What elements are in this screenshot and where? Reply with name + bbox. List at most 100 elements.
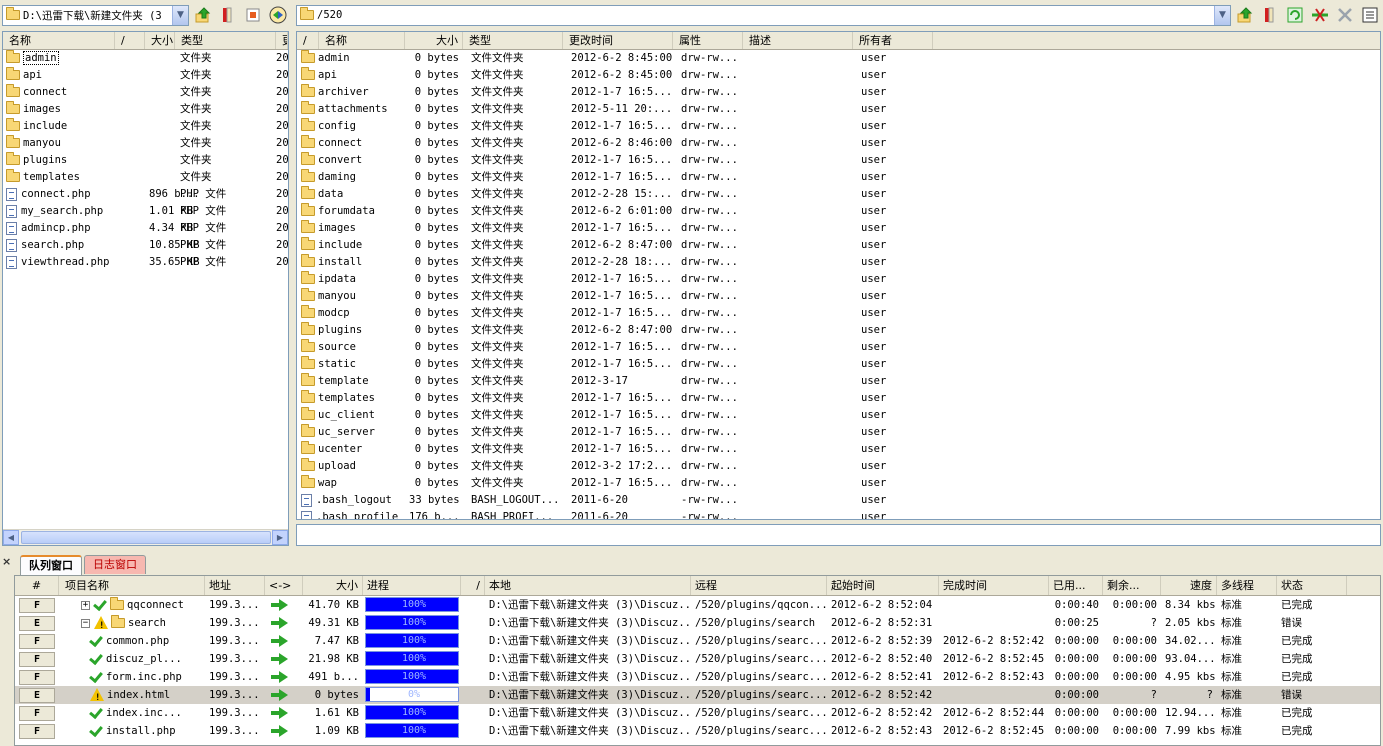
list-item[interactable]: my_search.php 1.01 KB PHP 文件 20: [3, 203, 288, 220]
col-speed[interactable]: 速度: [1161, 576, 1217, 595]
col-sort[interactable]: /: [461, 576, 485, 595]
col-size[interactable]: 大小: [145, 32, 175, 49]
list-item[interactable]: .bash_profile 176 b... BASH_PROFI... 2011-6…: [297, 509, 1380, 519]
list-item[interactable]: data 0 bytes 文件文件夹 2012-2-28 15:... drw-rw..…: [297, 186, 1380, 203]
queue-index[interactable]: F: [15, 668, 59, 686]
list-item[interactable]: install 0 bytes 文件文件夹 2012-2-28 18:... drw-r…: [297, 254, 1380, 271]
col-index[interactable]: #: [15, 576, 59, 595]
col-type[interactable]: 类型: [463, 32, 563, 49]
local-refresh-button[interactable]: [242, 4, 264, 26]
close-icon[interactable]: ×: [2, 555, 11, 568]
col-size[interactable]: 大小: [303, 576, 363, 595]
queue-index[interactable]: F: [15, 632, 59, 650]
list-item[interactable]: connect 0 bytes 文件文件夹 2012-6-2 8:46:00 drw-r…: [297, 135, 1380, 152]
col-desc[interactable]: 描述: [743, 32, 853, 49]
list-item[interactable]: attachments 0 bytes 文件文件夹 2012-5-11 20:... d…: [297, 101, 1380, 118]
col-modified[interactable]: 更改时间: [563, 32, 673, 49]
list-item[interactable]: manyou 文件夹 20: [3, 135, 288, 152]
remote-path-combo[interactable]: /520 ▼: [296, 4, 1231, 26]
col-remain[interactable]: 剩余...: [1103, 576, 1161, 595]
list-item[interactable]: images 0 bytes 文件文件夹 2012-1-7 16:5... drw-rw…: [297, 220, 1380, 237]
list-item[interactable]: template 0 bytes 文件文件夹 2012-3-17 drw-rw... us…: [297, 373, 1380, 390]
col-size[interactable]: 大小: [405, 32, 463, 49]
queue-index[interactable]: F: [15, 722, 59, 740]
queue-row[interactable]: E − search 199.3... 49.31 KB 100% D:\迅雷下载\新建文件…: [15, 614, 1380, 632]
local-path-combo[interactable]: D:\迅雷下载\新建文件夹 (3 ▼: [2, 4, 189, 26]
col-used[interactable]: 已用...: [1049, 576, 1103, 595]
list-item[interactable]: ucenter 0 bytes 文件文件夹 2012-1-7 16:5... drw-r…: [297, 441, 1380, 458]
queue-index[interactable]: F: [15, 704, 59, 722]
list-item[interactable]: convert 0 bytes 文件文件夹 2012-1-7 16:5... drw-r…: [297, 152, 1380, 169]
list-item[interactable]: connect.php 896 b... PHP 文件 20: [3, 186, 288, 203]
list-item[interactable]: manyou 0 bytes 文件文件夹 2012-1-7 16:5... drw-rw…: [297, 288, 1380, 305]
scroll-right-icon[interactable]: ▶: [272, 530, 288, 545]
collapse-icon[interactable]: −: [81, 618, 90, 628]
col-name[interactable]: 名称: [3, 32, 115, 49]
list-item[interactable]: plugins 0 bytes 文件文件夹 2012-6-2 8:47:00 drw-r…: [297, 322, 1380, 339]
col-threads[interactable]: 多线程: [1217, 576, 1277, 595]
remote-bookmark-button[interactable]: [1259, 4, 1281, 26]
col-status[interactable]: 状态: [1277, 576, 1347, 595]
list-item[interactable]: modcp 0 bytes 文件文件夹 2012-1-7 16:5... drw-rw.…: [297, 305, 1380, 322]
col-attr[interactable]: 属性: [673, 32, 743, 49]
list-item[interactable]: connect 文件夹 20: [3, 84, 288, 101]
list-item[interactable]: .bash_logout 33 bytes BASH_LOGOUT... 2011-6…: [297, 492, 1380, 509]
col-modified[interactable]: 更: [276, 32, 288, 49]
chevron-down-icon[interactable]: ▼: [172, 5, 188, 25]
queue-index[interactable]: E: [15, 686, 59, 704]
list-item[interactable]: config 0 bytes 文件文件夹 2012-1-7 16:5... drw-rw…: [297, 118, 1380, 135]
col-item-name[interactable]: 项目名称: [59, 576, 205, 595]
queue-index[interactable]: E: [15, 614, 59, 632]
queue-row[interactable]: Finstall.php 199.3... 1.09 KB 100% D:\迅雷下载\新…: [15, 722, 1380, 740]
col-address[interactable]: 地址: [205, 576, 265, 595]
list-item[interactable]: admin 文件夹 20: [3, 50, 288, 67]
col-owner[interactable]: 所有者: [853, 32, 933, 49]
remote-menu-button[interactable]: [1359, 4, 1381, 26]
col-name[interactable]: 名称: [319, 32, 405, 49]
list-item[interactable]: ipdata 0 bytes 文件文件夹 2012-1-7 16:5... drw-rw…: [297, 271, 1380, 288]
list-item[interactable]: daming 0 bytes 文件文件夹 2012-1-7 16:5... drw-rw…: [297, 169, 1380, 186]
list-item[interactable]: api 0 bytes 文件文件夹 2012-6-2 8:45:00 drw-rw...…: [297, 67, 1380, 84]
list-item[interactable]: forumdata 0 bytes 文件文件夹 2012-6-2 6:01:00 drw…: [297, 203, 1380, 220]
col-local[interactable]: 本地: [485, 576, 691, 595]
list-item[interactable]: admincp.php 4.34 KB PHP 文件 20: [3, 220, 288, 237]
queue-row[interactable]: Eindex.html 199.3... 0 bytes 0% D:\迅雷下载\新建文件…: [15, 686, 1380, 704]
col-sort[interactable]: /: [115, 32, 145, 49]
scroll-left-icon[interactable]: ◀: [3, 530, 19, 545]
list-item[interactable]: static 0 bytes 文件文件夹 2012-1-7 16:5... drw-rw…: [297, 356, 1380, 373]
col-progress[interactable]: 进程: [363, 576, 461, 595]
list-item[interactable]: wap 0 bytes 文件文件夹 2012-1-7 16:5... drw-rw...…: [297, 475, 1380, 492]
tab-log[interactable]: 日志窗口: [84, 555, 146, 574]
local-up-button[interactable]: [192, 4, 214, 26]
queue-index[interactable]: F: [15, 596, 59, 614]
command-input[interactable]: [296, 524, 1381, 546]
list-item[interactable]: admin 0 bytes 文件文件夹 2012-6-2 8:45:00 drw-rw.…: [297, 50, 1380, 67]
list-item[interactable]: images 文件夹 20: [3, 101, 288, 118]
remote-stop-button[interactable]: [1334, 4, 1356, 26]
list-item[interactable]: api 文件夹 20: [3, 67, 288, 84]
col-start[interactable]: 起始时间: [827, 576, 939, 595]
chevron-down-icon[interactable]: ▼: [1214, 5, 1230, 25]
queue-row[interactable]: F + qqconnect 199.3... 41.70 KB 100% D:\迅雷下载\新…: [15, 596, 1380, 614]
queue-row[interactable]: Fcommon.php 199.3... 7.47 KB 100% D:\迅雷下载\新建…: [15, 632, 1380, 650]
list-item[interactable]: include 0 bytes 文件文件夹 2012-6-2 8:47:00 drw-r…: [297, 237, 1380, 254]
list-item[interactable]: plugins 文件夹 20: [3, 152, 288, 169]
list-item[interactable]: templates 0 bytes 文件文件夹 2012-1-7 16:5... drw…: [297, 390, 1380, 407]
list-item[interactable]: viewthread.php 35.65 KB PHP 文件 20: [3, 254, 288, 271]
list-item[interactable]: uc_server 0 bytes 文件文件夹 2012-1-7 16:5... drw…: [297, 424, 1380, 441]
col-end[interactable]: 完成时间: [939, 576, 1049, 595]
local-sync-button[interactable]: [267, 4, 289, 26]
list-item[interactable]: templates 文件夹 20: [3, 169, 288, 186]
scroll-thumb[interactable]: [21, 531, 271, 544]
queue-row[interactable]: Fdiscuz_pl... 199.3... 21.98 KB 100% D:\迅雷下载…: [15, 650, 1380, 668]
col-direction[interactable]: <->: [265, 576, 303, 595]
list-item[interactable]: include 文件夹 20: [3, 118, 288, 135]
list-item[interactable]: upload 0 bytes 文件文件夹 2012-3-2 17:2... drw-rw…: [297, 458, 1380, 475]
tab-queue[interactable]: 队列窗口: [20, 555, 82, 576]
col-remote[interactable]: 远程: [691, 576, 827, 595]
queue-row[interactable]: Findex.inc... 199.3... 1.61 KB 100% D:\迅雷下载\…: [15, 704, 1380, 722]
list-item[interactable]: uc_client 0 bytes 文件文件夹 2012-1-7 16:5... drw…: [297, 407, 1380, 424]
remote-disconnect-button[interactable]: [1309, 4, 1331, 26]
list-item[interactable]: source 0 bytes 文件文件夹 2012-1-7 16:5... drw-rw…: [297, 339, 1380, 356]
list-item[interactable]: search.php 10.85 KB PHP 文件 20: [3, 237, 288, 254]
